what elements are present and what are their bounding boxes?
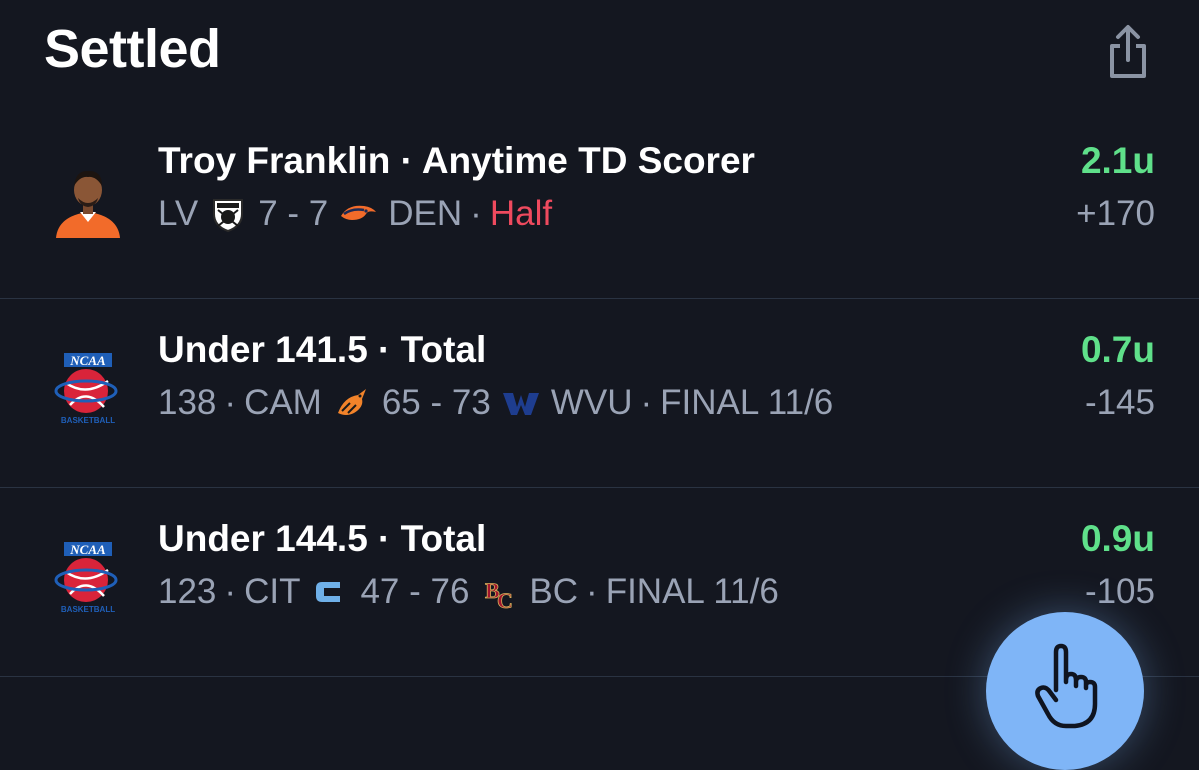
svg-text:NCAA: NCAA — [69, 542, 106, 557]
bet-details: LV 7 - 7 DEN · Half — [158, 194, 552, 234]
svg-text:C: C — [497, 588, 513, 612]
pointing-hand-icon — [1035, 643, 1098, 729]
share-button[interactable] — [1098, 22, 1158, 82]
units-value: 0.9u — [1080, 518, 1155, 559]
game-status: FINAL 11/6 — [605, 572, 779, 611]
home-team-abbr: BC — [529, 572, 579, 611]
separator-dot: · — [586, 572, 598, 611]
game-status: FINAL 11/6 — [660, 383, 834, 422]
broncos-icon — [341, 205, 377, 220]
bet-row[interactable]: NCAA BASKETBALL Under 141.5 · Total 138 … — [0, 299, 1199, 488]
odds-value: -145 — [1084, 383, 1155, 422]
ncaa-basketball-icon: NCAA BASKETBALL — [54, 353, 118, 425]
svg-text:BASKETBALL: BASKETBALL — [61, 416, 115, 425]
score: 7 - 7 — [258, 194, 329, 233]
separator-dot: · — [224, 572, 237, 611]
boston-college-icon: B C — [485, 578, 514, 612]
units-value: 0.7u — [1080, 329, 1155, 370]
score: 47 - 76 — [360, 572, 470, 611]
header: Settled — [0, 0, 1199, 110]
citadel-icon — [316, 582, 341, 602]
separator-dot: · — [224, 383, 237, 422]
rotation-number: 123 — [158, 572, 217, 611]
away-team-abbr: CIT — [244, 572, 301, 611]
ncaa-basketball-icon: NCAA BASKETBALL — [54, 542, 118, 614]
svg-text:NCAA: NCAA — [69, 353, 106, 368]
score: 65 - 73 — [381, 383, 491, 422]
odds-value: -105 — [1084, 572, 1155, 611]
away-team-abbr: CAM — [244, 383, 322, 422]
bet-title: Under 141.5 · Total — [158, 329, 487, 370]
campbell-icon — [337, 389, 366, 415]
game-status: Half — [489, 194, 553, 233]
page-title: Settled — [44, 19, 221, 79]
rotation-number: 138 — [158, 383, 217, 422]
share-icon — [1110, 25, 1146, 78]
home-team-abbr: DEN — [388, 194, 463, 233]
wvu-icon — [502, 393, 539, 415]
separator-dot: · — [640, 383, 653, 422]
separator-dot: · — [470, 194, 482, 233]
home-team-abbr: WVU — [550, 383, 633, 422]
floating-action-button[interactable] — [986, 612, 1144, 770]
svg-text:BASKETBALL: BASKETBALL — [61, 605, 115, 614]
bet-title: Troy Franklin · Anytime TD Scorer — [158, 140, 755, 181]
units-value: 2.1u — [1080, 140, 1155, 181]
away-team-abbr: LV — [158, 194, 199, 233]
bet-row[interactable]: Troy Franklin · Anytime TD Scorer LV 7 -… — [0, 110, 1199, 299]
bet-title: Under 144.5 · Total — [158, 518, 487, 559]
bet-details: 123 · CIT 47 - 76 B C BC · FINAL 11/6 — [158, 572, 779, 612]
player-headshot-icon — [56, 170, 120, 238]
raiders-icon — [213, 199, 244, 233]
odds-value: +170 — [1076, 194, 1155, 233]
bet-details: 138 · CAM 65 - 73 WVU · FINAL 11/6 — [158, 383, 833, 423]
